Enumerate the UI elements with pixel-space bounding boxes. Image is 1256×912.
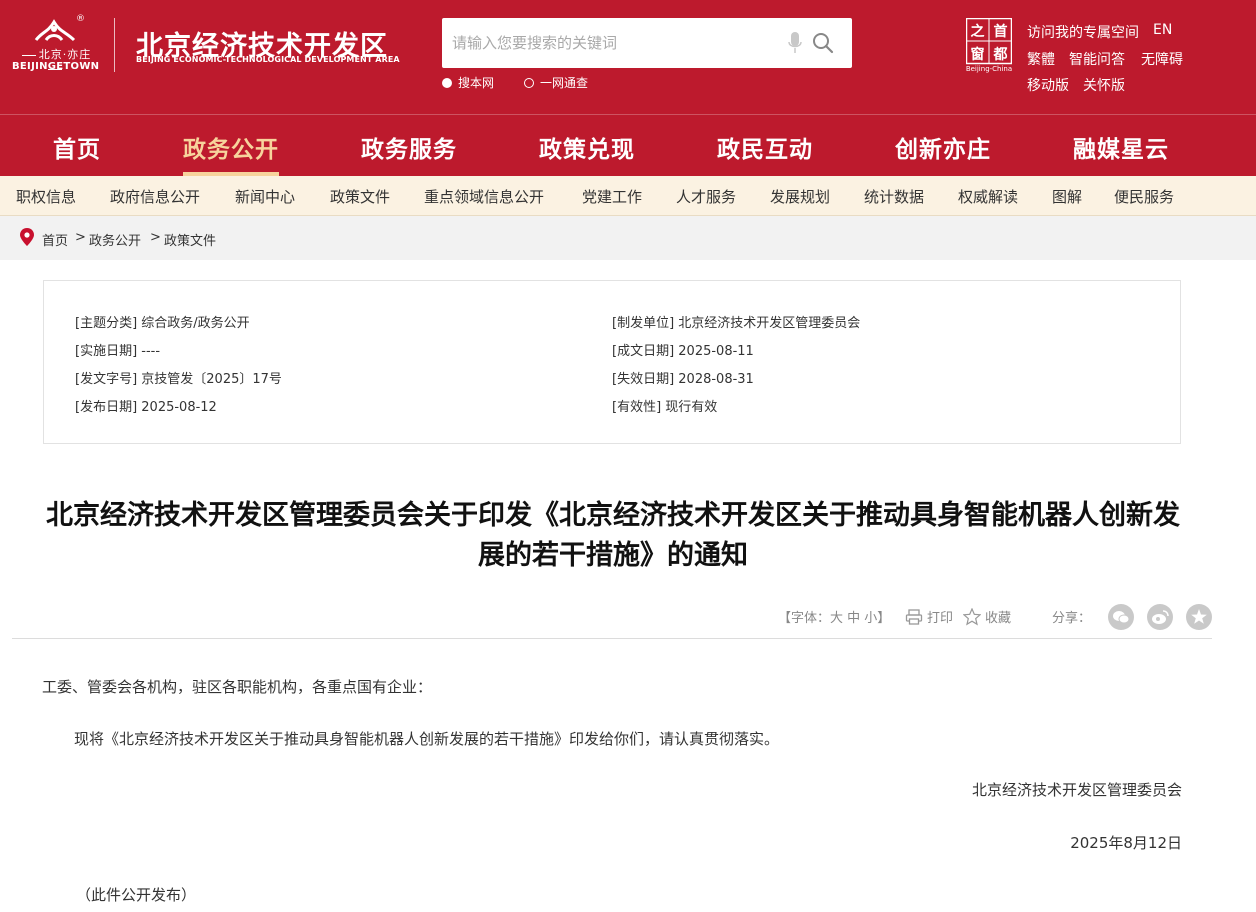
subnav-item-info-disclosure[interactable]: 政府信息公开 — [110, 186, 200, 207]
article-public-note: （此件公开发布） — [76, 886, 197, 904]
traditional-chinese-link[interactable]: 繁體 — [1027, 49, 1055, 69]
subnav-item-statistics[interactable]: 统计数据 — [864, 186, 924, 207]
personal-space-link[interactable]: 访问我的专属空间 — [1027, 22, 1139, 42]
breadcrumb-separator: > — [75, 230, 86, 245]
subnav-item-talent[interactable]: 人才服务 — [676, 186, 736, 207]
beijingetown-emblem-icon — [34, 19, 76, 42]
favorite-icon[interactable] — [1186, 604, 1212, 630]
wechat-icon[interactable] — [1108, 604, 1134, 630]
article-title-line: 北京经济技术开发区管理委员会关于印发《北京经济技术开发区关于推动具身智能机器人创… — [46, 500, 1180, 531]
registered-mark: ® — [76, 14, 85, 24]
radio-unchecked-icon — [524, 78, 534, 88]
location-pin-icon — [20, 228, 34, 246]
site-logo[interactable]: ® 北京·亦庄 BEIJINGETOWN — [10, 14, 100, 76]
subnav-item-infographics[interactable]: 图解 — [1052, 186, 1082, 207]
nav-item-media[interactable]: 融媒星云 — [1073, 130, 1169, 164]
accessibility-link[interactable]: 无障碍 — [1141, 49, 1183, 69]
document-info-box — [43, 280, 1181, 444]
share-label: 分享： — [1052, 611, 1092, 626]
capital-logo-char: 首 — [994, 23, 1008, 40]
search-input[interactable] — [442, 18, 782, 68]
nav-separator — [0, 114, 1256, 115]
star-icon[interactable] — [963, 608, 981, 626]
info-expiry-date: [失效日期] 2028-08-31 — [612, 372, 754, 387]
subnav-item-key-areas[interactable]: 重点领域信息公开 — [424, 186, 544, 207]
radio-checked-icon — [442, 78, 452, 88]
article-title-line: 展的若干措施》的通知 — [478, 540, 748, 571]
breadcrumb-government-affairs[interactable]: 政务公开 — [89, 230, 141, 249]
english-link[interactable]: EN — [1153, 22, 1172, 38]
nav-item-policy-redemption[interactable]: 政策兑现 — [539, 130, 635, 164]
logo-divider — [114, 18, 115, 72]
nav-item-government-affairs[interactable]: 政务公开 — [183, 130, 279, 164]
nav-item-home[interactable]: 首页 — [53, 130, 101, 164]
font-size-switcher[interactable]: 【字体：大 中 小】 — [778, 607, 890, 626]
subnav-item-policy-docs[interactable]: 政策文件 — [330, 186, 390, 207]
mobile-version-link[interactable]: 移动版 — [1027, 75, 1069, 95]
subnav-item-interpretation[interactable]: 权威解读 — [958, 186, 1018, 207]
breadcrumb-policy-docs[interactable]: 政策文件 — [164, 230, 216, 249]
capital-logo-char: 都 — [993, 47, 1008, 63]
capital-window-logo-icon[interactable]: 之 首 窗 都 — [966, 18, 1012, 70]
article-salutation: 工委、管委会各机构，驻区各职能机构，各重点国有企业： — [42, 678, 433, 696]
site-title-en: BEIJING ECONOMIC-TECHNOLOGICAL DEVELOPME… — [136, 55, 400, 64]
smart-qa-link[interactable]: 智能问答 — [1069, 49, 1125, 69]
scope-this-site[interactable]: 搜本网 — [442, 74, 494, 91]
capital-logo-char: 窗 — [971, 46, 985, 63]
print-icon[interactable] — [905, 608, 923, 626]
nav-item-interaction[interactable]: 政民互动 — [717, 130, 813, 164]
nav-item-services[interactable]: 政务服务 — [361, 130, 457, 164]
logo-en-text: BEIJINGETOWN — [12, 61, 100, 72]
breadcrumb-home[interactable]: 首页 — [42, 230, 68, 249]
info-topic: [主题分类] 综合政务/政务公开 — [75, 316, 250, 331]
article-title: 北京经济技术开发区管理委员会关于印发《北京经济技术开发区关于推动具身智能机器人创… — [20, 496, 1206, 576]
subnav-item-news[interactable]: 新闻中心 — [235, 186, 295, 207]
article-body-paragraph: 现将《北京经济技术开发区关于推动具身智能机器人创新发展的若干措施》印发给你们，请… — [74, 730, 780, 748]
info-doc-number: [发文字号] 京技管发〔2025〕17号 — [75, 372, 282, 387]
info-validity: [有效性] 现行有效 — [612, 400, 718, 415]
elder-care-version-link[interactable]: 关怀版 — [1083, 75, 1125, 95]
mic-icon[interactable] — [788, 32, 802, 54]
info-publish-date: [发布日期] 2025-08-12 — [75, 400, 217, 415]
scope-label: 搜本网 — [458, 76, 495, 90]
subnav-item-party[interactable]: 党建工作 — [582, 186, 642, 207]
article-date: 2025年8月12日 — [1070, 834, 1182, 852]
search-icon[interactable] — [812, 32, 834, 54]
article-signature: 北京经济技术开发区管理委员会 — [971, 781, 1182, 799]
print-button[interactable]: 打印 — [927, 607, 953, 626]
weibo-icon[interactable] — [1147, 604, 1173, 630]
scope-all-network[interactable]: 一网通查 — [524, 74, 588, 91]
subnav-item-planning[interactable]: 发展规划 — [770, 186, 830, 207]
subnav-item-public-service[interactable]: 便民服务 — [1114, 186, 1174, 207]
nav-item-innovation[interactable]: 创新亦庄 — [895, 130, 991, 164]
article-divider — [12, 638, 1212, 639]
breadcrumb-separator: > — [150, 230, 161, 245]
info-effective-date: [实施日期] ---- — [75, 344, 161, 359]
favorite-button[interactable]: 收藏 — [985, 607, 1011, 626]
info-issuer: [制发单位] 北京经济技术开发区管理委员会 — [612, 316, 861, 331]
capital-logo-char: 之 — [971, 23, 985, 40]
scope-label: 一网通查 — [540, 76, 589, 90]
subnav-item-authority[interactable]: 职权信息 — [16, 186, 76, 207]
info-created-date: [成文日期] 2025-08-11 — [612, 344, 754, 359]
capital-logo-sub: Beijing-China — [965, 65, 1013, 73]
